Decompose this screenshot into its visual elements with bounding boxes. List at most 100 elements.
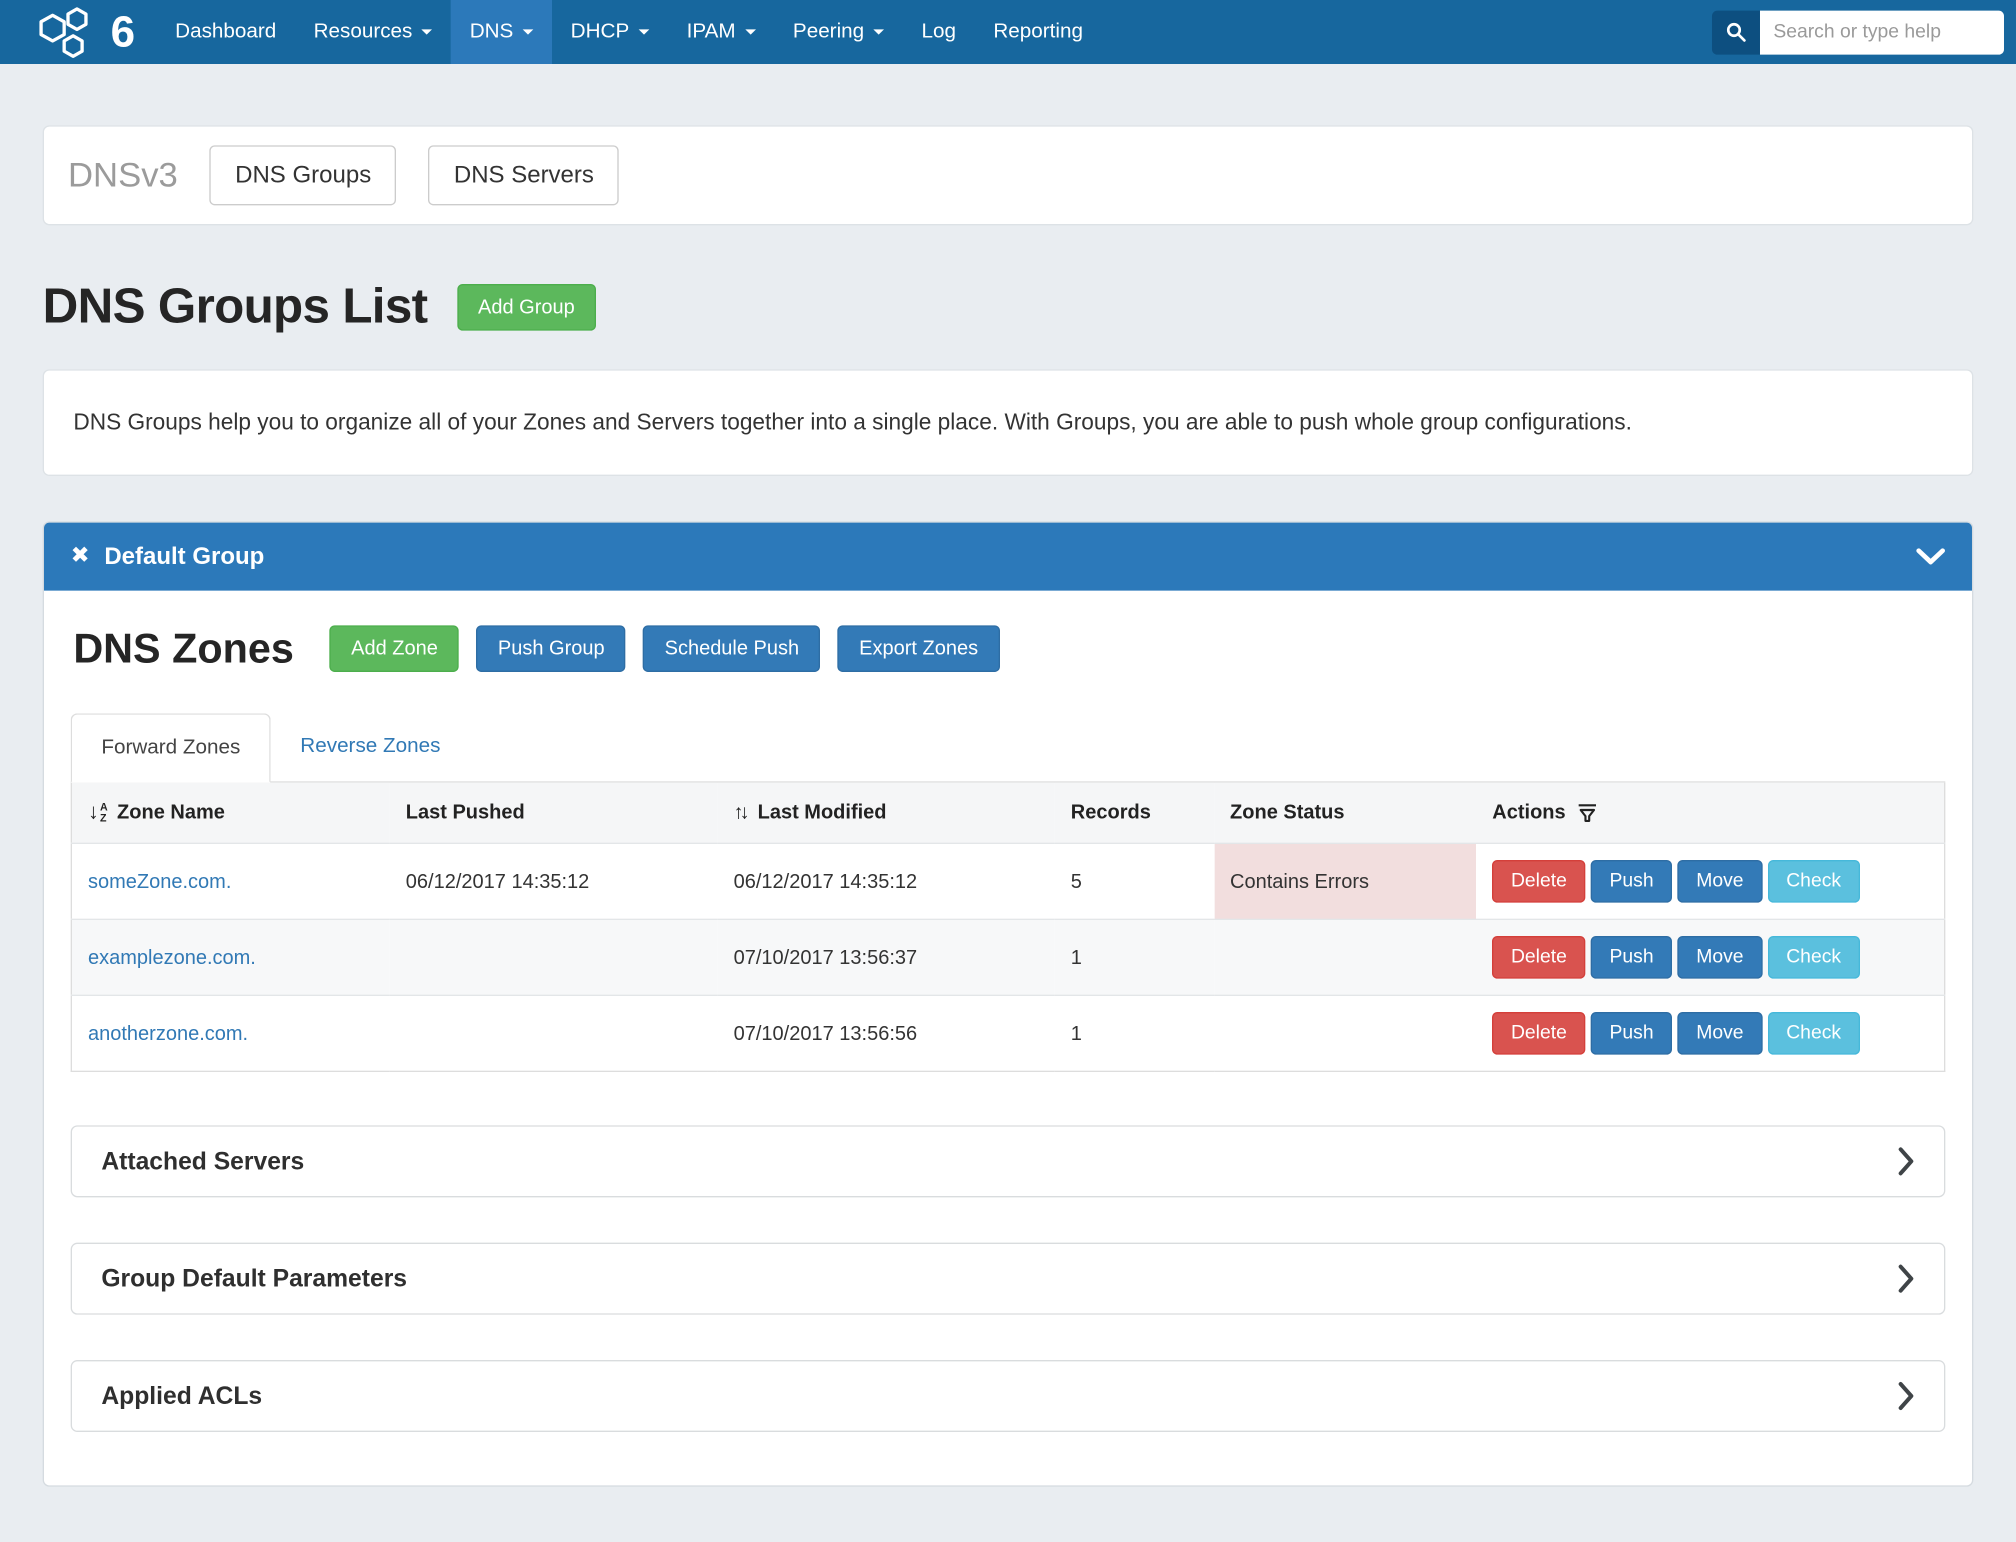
col-records[interactable]: Records (1055, 782, 1214, 843)
global-search (1712, 10, 2004, 54)
section-label: Attached Servers (101, 1147, 304, 1176)
header-label: Zone Status (1230, 801, 1344, 824)
actions-cell: DeletePushMoveCheck (1476, 920, 1944, 996)
section-group-default-parameters[interactable]: Group Default Parameters (71, 1243, 1946, 1315)
nav-peering[interactable]: Peering (774, 0, 903, 64)
zone-status-cell (1214, 920, 1476, 996)
table-row: someZone.com. 06/12/2017 14:35:12 06/12/… (71, 844, 1944, 920)
section-label: Applied ACLs (101, 1382, 262, 1411)
nav-label: Reporting (993, 20, 1083, 44)
chevron-right-icon (1897, 1382, 1914, 1411)
top-navbar: 6 Dashboard Resources DNS DHCP IPAM Peer… (0, 0, 2016, 64)
zone-tabs: Forward Zones Reverse Zones (71, 713, 1946, 782)
hexagons-logo-icon (35, 5, 102, 58)
check-button[interactable]: Check (1768, 936, 1860, 979)
col-last-pushed[interactable]: Last Pushed (390, 782, 718, 843)
move-button[interactable]: Move (1678, 936, 1763, 979)
schedule-push-button[interactable]: Schedule Push (643, 626, 820, 673)
collapse-toggle[interactable] (1916, 548, 1945, 565)
caret-down-icon (523, 29, 534, 34)
nav-reporting[interactable]: Reporting (975, 0, 1102, 64)
delete-button[interactable]: Delete (1492, 1012, 1585, 1055)
col-zone-name[interactable]: ↓AZ Zone Name (71, 782, 389, 843)
export-zones-button[interactable]: Export Zones (838, 626, 1000, 673)
section-attached-servers[interactable]: Attached Servers (71, 1126, 1946, 1198)
nav-menu: Dashboard Resources DNS DHCP IPAM Peerin… (156, 0, 1101, 64)
nav-label: Dashboard (175, 20, 276, 44)
tab-forward-zones[interactable]: Forward Zones (71, 713, 271, 782)
dns-context-bar: DNSv3 DNS Groups DNS Servers (43, 125, 1974, 225)
records-cell: 1 (1055, 996, 1214, 1072)
check-button[interactable]: Check (1768, 1012, 1860, 1055)
caret-down-icon (422, 29, 433, 34)
group-panel-body: DNS Zones Add Zone Push Group Schedule P… (44, 590, 1972, 1485)
last-modified-cell: 07/10/2017 13:56:37 (718, 920, 1055, 996)
sort-icon[interactable]: ↑↓ (734, 801, 750, 824)
col-last-modified[interactable]: ↑↓ Last Modified (718, 782, 1055, 843)
header-label: Last Modified (758, 801, 887, 824)
description-text: DNS Groups help you to organize all of y… (73, 403, 1940, 443)
nav-ipam[interactable]: IPAM (668, 0, 774, 64)
delete-button[interactable]: Delete (1492, 936, 1585, 979)
dns-servers-button[interactable]: DNS Servers (429, 145, 620, 205)
move-button[interactable]: Move (1678, 860, 1763, 903)
dns-groups-button[interactable]: DNS Groups (210, 145, 397, 205)
zones-toolbar: DNS Zones Add Zone Push Group Schedule P… (71, 625, 1946, 673)
nav-dhcp[interactable]: DHCP (552, 0, 668, 64)
table-row: examplezone.com. 07/10/2017 13:56:37 1 D… (71, 920, 1944, 996)
check-button[interactable]: Check (1768, 860, 1860, 903)
table-header-row: ↓AZ Zone Name Last Pushed ↑↓ Last Modifi… (71, 782, 1944, 843)
header-label: Last Pushed (406, 801, 525, 824)
header-label: Records (1071, 801, 1151, 824)
records-cell: 1 (1055, 920, 1214, 996)
header-label: Zone Name (117, 802, 225, 825)
caret-down-icon (873, 29, 884, 34)
col-zone-status[interactable]: Zone Status (1214, 782, 1476, 843)
chevron-down-icon (1916, 548, 1945, 565)
remove-group-icon[interactable]: ✖ (71, 545, 90, 568)
push-button[interactable]: Push (1591, 860, 1672, 903)
section-label: Group Default Parameters (101, 1264, 407, 1293)
filter-icon[interactable] (1576, 801, 1599, 824)
push-group-button[interactable]: Push Group (477, 626, 626, 673)
nav-log[interactable]: Log (903, 0, 975, 64)
group-panel-header[interactable]: ✖ Default Group (44, 522, 1972, 590)
nav-label: Peering (793, 20, 864, 44)
brand-six-label: 6 (111, 9, 135, 53)
zone-link[interactable]: anotherzone.com. (88, 1022, 248, 1045)
search-input[interactable] (1760, 10, 2004, 54)
main-content: DNSv3 DNS Groups DNS Servers DNS Groups … (43, 125, 1974, 1487)
nav-label: Log (921, 20, 955, 44)
nav-label: DNS (470, 20, 514, 44)
nav-resources[interactable]: Resources (295, 0, 451, 64)
brand-logo[interactable]: 6 (0, 0, 156, 64)
last-modified-cell: 07/10/2017 13:56:56 (718, 996, 1055, 1072)
sort-alpha-icon[interactable]: ↓AZ (88, 802, 108, 823)
header-label: Actions (1492, 801, 1565, 824)
push-button[interactable]: Push (1591, 1012, 1672, 1055)
actions-cell: DeletePushMoveCheck (1476, 844, 1944, 920)
default-group-panel: ✖ Default Group DNS Zones Add Zone Push … (43, 521, 1974, 1487)
push-button[interactable]: Push (1591, 936, 1672, 979)
nav-dns[interactable]: DNS (451, 0, 552, 64)
actions-cell: DeletePushMoveCheck (1476, 996, 1944, 1072)
zone-link[interactable]: examplezone.com. (88, 946, 256, 969)
page-title-row: DNS Groups List Add Group (43, 279, 1974, 335)
add-zone-button[interactable]: Add Zone (330, 626, 459, 673)
table-row: anotherzone.com. 07/10/2017 13:56:56 1 D… (71, 996, 1944, 1072)
dns-zones-heading: DNS Zones (73, 625, 293, 673)
search-button[interactable] (1712, 10, 1760, 54)
add-group-button[interactable]: Add Group (457, 283, 596, 330)
caret-down-icon (639, 29, 650, 34)
nav-label: DHCP (571, 20, 630, 44)
move-button[interactable]: Move (1678, 1012, 1763, 1055)
section-applied-acls[interactable]: Applied ACLs (71, 1360, 1946, 1432)
col-actions: Actions (1476, 782, 1944, 843)
last-pushed-cell: 06/12/2017 14:35:12 (390, 844, 718, 920)
nav-dashboard[interactable]: Dashboard (156, 0, 294, 64)
nav-label: IPAM (687, 20, 736, 44)
chevron-right-icon (1897, 1147, 1914, 1176)
tab-reverse-zones[interactable]: Reverse Zones (271, 713, 470, 781)
zone-link[interactable]: someZone.com. (88, 870, 231, 893)
delete-button[interactable]: Delete (1492, 860, 1585, 903)
